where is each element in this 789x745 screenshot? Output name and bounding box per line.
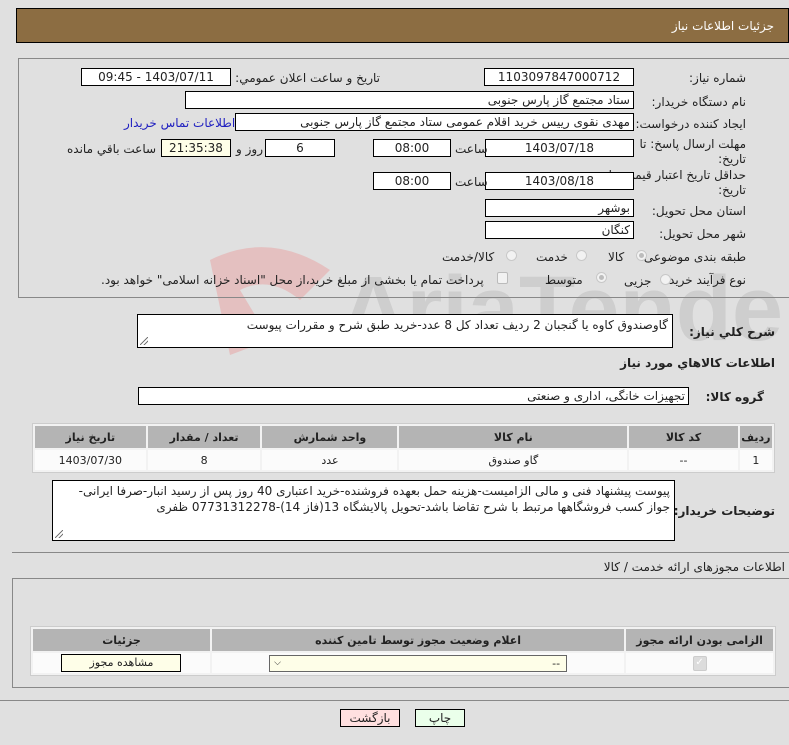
category-radio-goods-service[interactable] — [506, 250, 517, 261]
category-option-goods-service: کالا/خدمت — [442, 250, 495, 264]
summary-label: شرح كلي نياز: — [689, 325, 775, 339]
remaining-time-label: ساعت باقي مانده — [67, 142, 157, 156]
cell-unit: عدد — [262, 450, 398, 470]
city-label: شهر محل تحويل: — [659, 227, 746, 241]
table-row: 1 -- گاو صندوق عدد 8 1403/07/30 — [35, 450, 772, 470]
cell-permit-status: -- ⌵ — [211, 653, 625, 673]
col-need-date: تاریخ نیاز — [35, 426, 146, 448]
goods-table-header-row: رديف کد کالا نام کالا واحد شمارش تعداد /… — [35, 426, 772, 448]
permit-status-value: -- — [552, 656, 561, 670]
remaining-days-field: 6 — [265, 139, 335, 157]
need-number-label: شماره نیاز: — [689, 71, 746, 85]
requester-label: ايجاد کننده درخواست: — [635, 117, 746, 131]
page-header: جزئیات اطلاعات نیاز — [16, 8, 789, 43]
goods-group-field: تجهیزات خانگی، اداری و صنعتی — [138, 387, 689, 405]
summary-textarea[interactable]: گاوصندوق کاوه یا گنجبان 2 ردیف تعداد کل … — [137, 314, 673, 348]
price-validity-time-field: 08:00 — [373, 172, 451, 190]
reply-deadline-label: مهلت ارسال پاسخ: تا تاریخ: — [639, 137, 746, 166]
table-row: ✓ -- ⌵ مشاهده مجوز — [33, 653, 773, 673]
view-permit-button[interactable]: مشاهده مجوز — [61, 654, 182, 672]
cell-need-date: 1403/07/30 — [35, 450, 146, 470]
buyer-notes-textarea[interactable]: پیوست پیشنهاد فنی و مالی الزامیست-هزینه … — [52, 480, 675, 541]
remaining-time-field: 21:35:38 — [161, 139, 231, 157]
treasury-checkbox[interactable] — [497, 272, 508, 284]
requester-field: مهدی نقوی رییس خرید اقلام عمومی ستاد مجت… — [235, 113, 634, 131]
col-goods-name: نام کالا — [399, 426, 628, 448]
announce-datetime-field: 1403/07/11 - 09:45 — [81, 68, 231, 86]
process-option-medium: متوسط — [545, 273, 583, 287]
goods-section-title: اطلاعات كالاهاي مورد نياز — [620, 356, 775, 370]
category-radio-service[interactable] — [576, 250, 587, 261]
buyer-notes-label: توضيحات خريدار: — [673, 504, 775, 518]
permits-table: الزامی بودن ارائه مجوز اعلام وضعیت مجوز … — [30, 626, 776, 676]
buyer-notes-text: پیوست پیشنهاد فنی و مالی الزامیست-هزینه … — [78, 484, 670, 514]
footer-divider — [0, 700, 789, 701]
price-validity-date-field: 1403/08/18 — [485, 172, 634, 190]
goods-table-wrapper: رديف کد کالا نام کالا واحد شمارش تعداد /… — [32, 423, 775, 473]
col-goods-code: کد کالا — [629, 426, 738, 448]
col-row-number: رديف — [739, 426, 772, 448]
col-unit: واحد شمارش — [262, 426, 398, 448]
city-field: کنگان — [485, 221, 634, 239]
province-label: استان محل تحويل: — [651, 204, 746, 218]
permits-section-title: اطلاعات مجوزهای ارائه خدمت / کالا — [603, 560, 785, 574]
cell-goods-code: -- — [629, 450, 738, 470]
process-radio-minor[interactable] — [660, 274, 671, 285]
reply-deadline-time-label: ساعت — [455, 142, 488, 156]
resize-grip-icon[interactable] — [140, 337, 148, 345]
price-validity-time-label: ساعت — [455, 175, 488, 189]
col-permit-status: اعلام وضعیت مجوز توسط تامین کننده — [211, 629, 625, 651]
announce-datetime-label: تاريخ و ساعت اعلان عمومي: — [235, 71, 380, 85]
permit-status-select[interactable]: -- ⌵ — [269, 654, 568, 672]
treasury-checkbox-label: پرداخت تمام يا بخشی از مبلغ خريد،از محل … — [101, 273, 484, 287]
permits-table-wrapper: الزامی بودن ارائه مجوز اعلام وضعیت مجوز … — [30, 626, 776, 676]
category-label: طبقه بندی موضوعی: — [639, 250, 746, 264]
need-number-field: 1103097847000712 — [484, 68, 634, 86]
reply-deadline-date-field: 1403/07/18 — [485, 139, 634, 157]
cell-permit-details: مشاهده مجوز — [33, 653, 210, 673]
buyer-org-field: ستاد مجتمع گاز پارس جنوبی — [185, 91, 634, 109]
process-radio-medium[interactable] — [596, 272, 607, 283]
category-option-service: خدمت — [536, 250, 568, 264]
process-type-label: نوع فرآيند خريد : — [661, 273, 746, 287]
chevron-down-icon: ⌵ — [274, 657, 281, 668]
category-radio-goods[interactable] — [636, 250, 647, 261]
cell-permit-required: ✓ — [626, 653, 773, 673]
section-divider — [12, 552, 789, 553]
col-quantity: تعداد / مقدار — [147, 426, 261, 448]
cell-row-number: 1 — [739, 450, 772, 470]
col-permit-required: الزامی بودن ارائه مجوز — [626, 629, 773, 651]
days-label: روز و — [236, 142, 263, 156]
cell-quantity: 8 — [147, 450, 261, 470]
buyer-contact-link[interactable]: اطلاعات تماس خريدار — [124, 116, 235, 130]
process-option-minor: جزیی — [624, 274, 652, 288]
col-permit-details: جزئیات — [33, 629, 210, 651]
back-button[interactable]: بازگشت — [340, 709, 400, 727]
summary-text: گاوصندوق کاوه یا گنجبان 2 ردیف تعداد کل … — [246, 318, 668, 332]
page-title: جزئیات اطلاعات نیاز — [671, 19, 774, 33]
category-option-goods: کالا — [608, 250, 625, 264]
print-button[interactable]: چاپ — [415, 709, 465, 727]
resize-grip-icon[interactable] — [55, 530, 63, 538]
goods-group-label: گروه كالا: — [705, 390, 764, 404]
cell-goods-name: گاو صندوق — [399, 450, 628, 470]
reply-deadline-time-field: 08:00 — [373, 139, 451, 157]
permit-required-checkbox[interactable]: ✓ — [692, 655, 707, 671]
permits-table-header-row: الزامی بودن ارائه مجوز اعلام وضعیت مجوز … — [33, 629, 773, 651]
province-field: بوشهر — [485, 199, 634, 217]
buyer-org-label: نام دستگاه خريدار: — [651, 95, 747, 109]
goods-table: رديف کد کالا نام کالا واحد شمارش تعداد /… — [32, 423, 775, 473]
